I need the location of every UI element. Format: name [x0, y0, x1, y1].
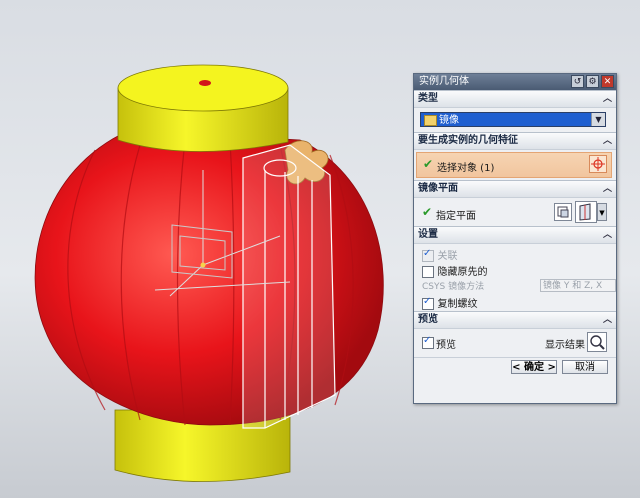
select-object-field[interactable]: ✔ 选择对象 (1): [416, 152, 612, 178]
associative-checkbox[interactable]: [422, 248, 434, 262]
csys-method-value: 镜像 Y 和 Z, X: [543, 281, 603, 291]
hide-original-label: 隐藏原先的: [437, 267, 488, 278]
chevron-down-icon[interactable]: ▼: [597, 203, 607, 221]
settings-body: 关联 隐藏原先的 CSYS 镜像方法 镜像 Y 和 Z, X 复制螺纹: [414, 244, 616, 311]
section-mirror-plane-header[interactable]: 镜像平面 ︿: [414, 180, 616, 198]
cancel-button[interactable]: 取消: [562, 360, 608, 374]
section-geometry-header[interactable]: 要生成实例的几何特征 ︿: [414, 132, 616, 150]
type-dropdown[interactable]: 镜像 ▼: [420, 112, 606, 127]
section-geometry-title: 要生成实例的几何特征: [418, 135, 518, 146]
mirror-type-icon: [424, 115, 437, 126]
section-preview-title: 预览: [418, 314, 438, 325]
preview-checkbox[interactable]: [422, 335, 434, 349]
preview-label: 预览: [436, 340, 456, 351]
instance-geometry-dialog: 实例几何体 ↺ ⚙ ✕ 类型 ︿ 镜像 ▼ 要生成实例的几何特征 ︿ ✔ 选择对…: [413, 73, 617, 404]
copy-threads-checkbox[interactable]: [422, 296, 434, 310]
collapse-icon[interactable]: ︿: [603, 227, 612, 243]
top-cap-face[interactable]: [117, 64, 289, 112]
dialog-footer: < 确定 > 取消: [414, 357, 616, 376]
checkmark-icon: ✔: [423, 157, 434, 171]
section-type-title: 类型: [418, 93, 438, 104]
select-object-label: 选择对象 (1): [437, 163, 495, 174]
section-settings-title: 设置: [418, 229, 438, 240]
dialog-titlebar[interactable]: 实例几何体 ↺ ⚙ ✕: [414, 74, 616, 90]
collapse-icon[interactable]: ︿: [603, 312, 612, 328]
top-hole: [199, 80, 211, 86]
specify-plane-label: 指定平面: [436, 211, 476, 222]
section-mirror-plane-title: 镜像平面: [418, 183, 458, 194]
section-preview-header[interactable]: 预览 ︿: [414, 311, 616, 329]
specify-plane-row[interactable]: ✔ 指定平面 ▼: [414, 198, 616, 226]
preview-row: 预览 显示结果: [414, 329, 616, 357]
csys-method-row: CSYS 镜像方法 镜像 Y 和 Z, X: [422, 279, 616, 295]
copy-threads-label: 复制螺纹: [437, 299, 478, 310]
associative-label: 关联: [437, 251, 458, 262]
dialog-title: 实例几何体: [419, 76, 469, 87]
checkmark-icon: ✔: [422, 205, 433, 219]
hide-original-row: 隐藏原先的: [422, 263, 616, 279]
show-result-label: 显示结果: [545, 340, 585, 351]
collapse-icon[interactable]: ︿: [603, 91, 612, 107]
close-icon[interactable]: ✕: [601, 75, 614, 88]
hide-original-checkbox[interactable]: [422, 266, 434, 278]
associative-row: 关联: [422, 247, 616, 263]
lantern-model[interactable]: [34, 64, 384, 482]
select-crosshair-icon[interactable]: [589, 155, 607, 173]
section-type-header[interactable]: 类型 ︿: [414, 90, 616, 108]
type-dropdown-value: 镜像: [439, 115, 459, 126]
plane-type-icon[interactable]: [575, 201, 597, 223]
csys-method-label: CSYS 镜像方法: [422, 282, 485, 292]
show-result-magnifier-icon[interactable]: [587, 332, 607, 352]
collapse-icon[interactable]: ︿: [603, 133, 612, 149]
selected-feature-wireframe[interactable]: [242, 144, 336, 429]
collapse-icon[interactable]: ︿: [603, 181, 612, 197]
type-row: 镜像 ▼: [414, 108, 616, 132]
copy-threads-row: 复制螺纹: [422, 295, 616, 311]
section-settings-header[interactable]: 设置 ︿: [414, 226, 616, 244]
chevron-down-icon[interactable]: ▼: [591, 113, 605, 126]
gear-icon[interactable]: ⚙: [586, 75, 599, 88]
select-object-row: ✔ 选择对象 (1): [414, 150, 616, 180]
ok-button[interactable]: < 确定 >: [511, 360, 557, 374]
csys-method-dropdown[interactable]: 镜像 Y 和 Z, X: [540, 279, 616, 292]
plane-dialog-icon[interactable]: [554, 203, 572, 221]
reset-icon[interactable]: ↺: [571, 75, 584, 88]
